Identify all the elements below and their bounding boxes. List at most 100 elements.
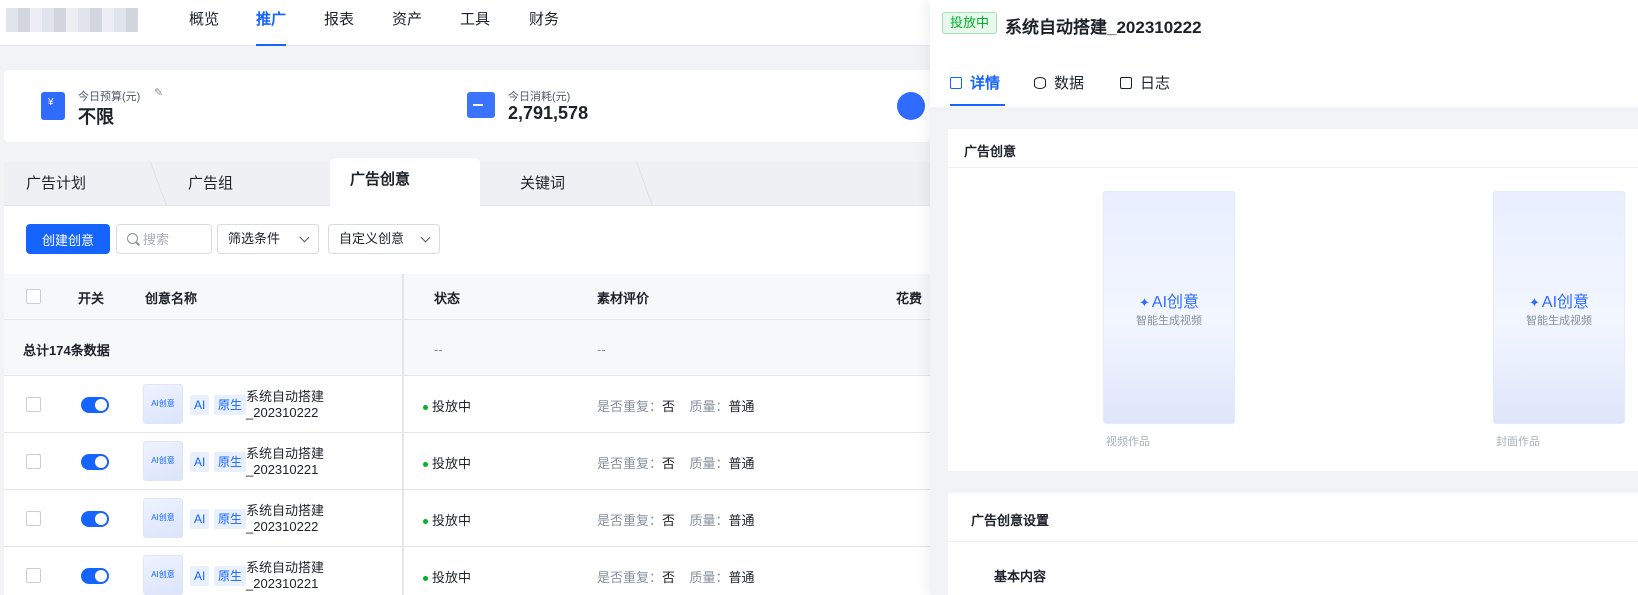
tab-keywords[interactable]: 关键词 bbox=[500, 162, 585, 206]
ai-tag: AI bbox=[190, 452, 210, 472]
pencil-icon[interactable]: ✎ bbox=[154, 86, 163, 99]
quality-value: 普通 bbox=[728, 513, 755, 528]
quality-value: 普通 bbox=[728, 399, 755, 414]
native-tag: 原生 bbox=[214, 566, 247, 586]
nav-item-overview[interactable]: 概览 bbox=[189, 8, 219, 29]
tab-details-label: 详情 bbox=[970, 75, 1001, 92]
video-preview[interactable]: AI创意 智能生成视频 bbox=[1103, 191, 1235, 424]
tab-adgroup[interactable]: 广告组 bbox=[168, 162, 253, 206]
quality-label: 质量： bbox=[689, 513, 729, 528]
custom-select[interactable]: 自定义创意 bbox=[328, 224, 440, 254]
header-name: 创意名称 bbox=[145, 291, 198, 306]
tab-divider bbox=[149, 162, 168, 206]
row-switch-toggle[interactable] bbox=[81, 568, 109, 584]
creative-thumbnail[interactable]: AI创意 bbox=[143, 441, 183, 481]
stats-card: 今日预算(元) ✎ 不限 今日消耗(元) 2,791,578 bbox=[4, 70, 930, 142]
status-text: 投放中 bbox=[423, 453, 471, 472]
row-switch-toggle[interactable] bbox=[81, 397, 109, 413]
table-row[interactable]: AI创意 AI 原生 系统自动搭建_202310222 投放中 是否重复：否 质… bbox=[4, 376, 930, 433]
quality-value: 普通 bbox=[728, 570, 755, 585]
creative-table: 开关 创意名称 状态 素材评价 花费 总计174条数据 -- -- AI创意 A… bbox=[4, 274, 930, 595]
creative-thumbnail[interactable]: AI创意 bbox=[143, 555, 183, 595]
video-caption: 视频作品 bbox=[1106, 436, 1150, 448]
document-circle-icon bbox=[897, 92, 925, 120]
select-all-checkbox[interactable] bbox=[26, 289, 41, 304]
total-status: -- bbox=[434, 342, 443, 357]
row-checkbox[interactable] bbox=[26, 397, 41, 412]
divider bbox=[948, 541, 1638, 542]
nav-item-promotion[interactable]: 推广 bbox=[256, 8, 286, 29]
dup-value: 否 bbox=[662, 570, 676, 585]
top-nav: 概览 推广 报表 资产 工具 财务 bbox=[0, 0, 930, 46]
creative-thumbnail[interactable]: AI创意 bbox=[143, 384, 183, 424]
custom-select-label: 自定义创意 bbox=[339, 231, 405, 246]
tab-data[interactable]: 数据 bbox=[1034, 72, 1084, 93]
quality-label: 质量： bbox=[689, 399, 729, 414]
row-checkbox[interactable] bbox=[26, 511, 41, 526]
tab-details[interactable]: 详情 bbox=[950, 72, 1000, 93]
dup-label: 是否重复： bbox=[597, 456, 663, 471]
material-eval: 是否重复：否 质量：普通 bbox=[597, 510, 755, 529]
row-switch-toggle[interactable] bbox=[81, 454, 109, 470]
filter-select-label: 筛选条件 bbox=[228, 231, 281, 246]
dup-value: 否 bbox=[662, 513, 676, 528]
tab-campaign[interactable]: 广告计划 bbox=[6, 162, 106, 206]
creative-thumbnail[interactable]: AI创意 bbox=[143, 498, 183, 538]
cover-caption: 封面作品 bbox=[1496, 436, 1540, 448]
tab-divider bbox=[635, 162, 654, 206]
header-switch: 开关 bbox=[78, 291, 105, 306]
creative-name[interactable]: 系统自动搭建_202310222 bbox=[246, 389, 386, 421]
table-row[interactable]: AI创意 AI 原生 系统自动搭建_202310222 投放中 是否重复：否 质… bbox=[4, 490, 930, 547]
basic-content-label: 基本内容 bbox=[994, 569, 1047, 584]
dup-value: 否 bbox=[662, 456, 676, 471]
table-row[interactable]: AI创意 AI 原生 系统自动搭建_202310221 投放中 是否重复：否 质… bbox=[4, 433, 930, 490]
native-tag: 原生 bbox=[214, 395, 247, 415]
tab-creative[interactable]: 广告创意 bbox=[330, 158, 480, 207]
search-input[interactable] bbox=[143, 229, 207, 249]
cover-preview[interactable]: AI创意 智能生成视频 bbox=[1493, 191, 1625, 424]
nav-item-finance[interactable]: 财务 bbox=[529, 8, 559, 29]
creative-name[interactable]: 系统自动搭建_202310222 bbox=[246, 503, 386, 535]
material-eval: 是否重复：否 质量：普通 bbox=[597, 453, 755, 472]
dup-label: 是否重复： bbox=[597, 513, 663, 528]
card-icon bbox=[467, 92, 495, 118]
search-box[interactable] bbox=[116, 224, 212, 254]
creative-name[interactable]: 系统自动搭建_202310221 bbox=[246, 560, 386, 592]
header-material: 素材评价 bbox=[597, 291, 650, 306]
dup-label: 是否重复： bbox=[597, 570, 663, 585]
nav-item-reports[interactable]: 报表 bbox=[324, 8, 354, 29]
nav-item-assets[interactable]: 资产 bbox=[392, 8, 422, 29]
filter-select[interactable]: 筛选条件 bbox=[217, 224, 319, 254]
ai-creative-text: AI创意 bbox=[1494, 288, 1624, 312]
dup-value: 否 bbox=[662, 399, 676, 414]
creative-card-title: 广告创意 bbox=[964, 144, 1017, 159]
create-creative-button[interactable]: 创建创意 bbox=[26, 224, 110, 254]
quality-label: 质量： bbox=[689, 570, 729, 585]
status-text: 投放中 bbox=[423, 396, 471, 415]
database-icon bbox=[1034, 77, 1046, 89]
settings-card-title: 广告创意设置 bbox=[971, 513, 1050, 528]
quality-label: 质量： bbox=[689, 456, 729, 471]
ai-tag: AI bbox=[190, 509, 210, 529]
row-switch-toggle[interactable] bbox=[81, 511, 109, 527]
header-cost: 花费 bbox=[896, 291, 923, 306]
row-checkbox[interactable] bbox=[26, 568, 41, 583]
log-icon bbox=[1120, 77, 1132, 89]
frozen-column-divider[interactable] bbox=[402, 274, 404, 595]
row-checkbox[interactable] bbox=[26, 454, 41, 469]
budget-value: 不限 bbox=[78, 107, 114, 127]
nav-active-indicator bbox=[256, 44, 286, 46]
creative-name[interactable]: 系统自动搭建_202310221 bbox=[246, 446, 386, 478]
tab-data-label: 数据 bbox=[1054, 75, 1085, 92]
ai-tag: AI bbox=[190, 395, 210, 415]
creative-card: 广告创意 AI创意 智能生成视频 视频作品 AI创意 智能生成视频 封面作品 bbox=[948, 129, 1638, 471]
tab-log[interactable]: 日志 bbox=[1120, 72, 1170, 93]
nav-item-tools[interactable]: 工具 bbox=[460, 8, 490, 29]
native-tag: 原生 bbox=[214, 509, 247, 529]
ai-creative-subtitle: 智能生成视频 bbox=[1136, 315, 1202, 327]
table-row[interactable]: AI创意 AI 原生 系统自动搭建_202310221 投放中 是否重复：否 质… bbox=[4, 547, 930, 595]
drawer-tab-indicator bbox=[950, 104, 1005, 106]
total-label: 总计174条数据 bbox=[23, 343, 110, 358]
ai-tag: AI bbox=[190, 566, 210, 586]
ai-creative-text: AI创意 bbox=[1104, 288, 1234, 312]
